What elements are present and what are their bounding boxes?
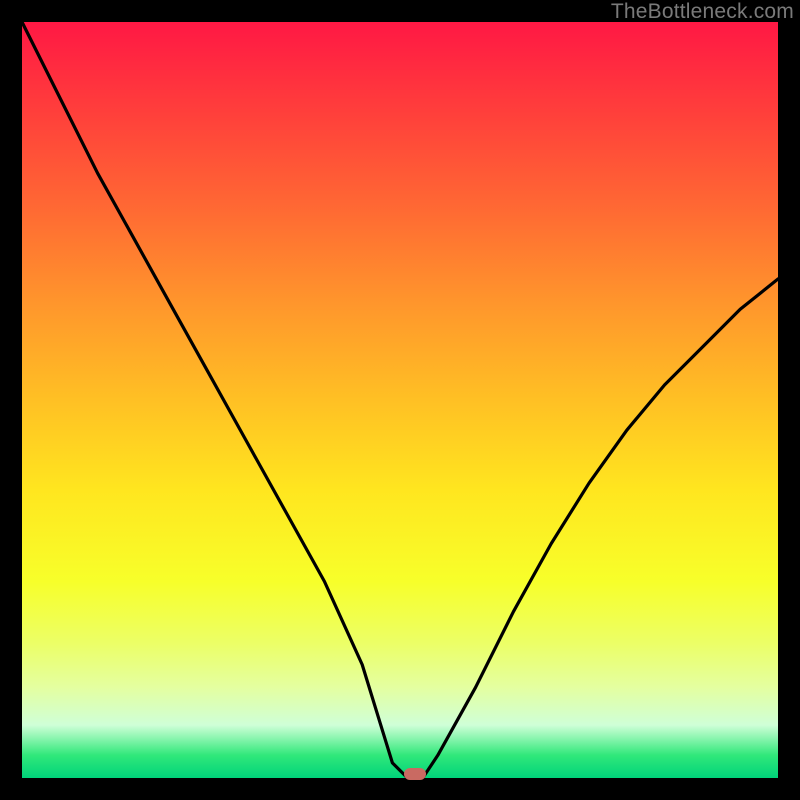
chart-frame: TheBottleneck.com	[0, 0, 800, 800]
bottleneck-curve	[22, 22, 778, 778]
watermark-text: TheBottleneck.com	[611, 0, 794, 24]
plot-area	[22, 22, 778, 778]
optimal-marker	[404, 768, 426, 780]
